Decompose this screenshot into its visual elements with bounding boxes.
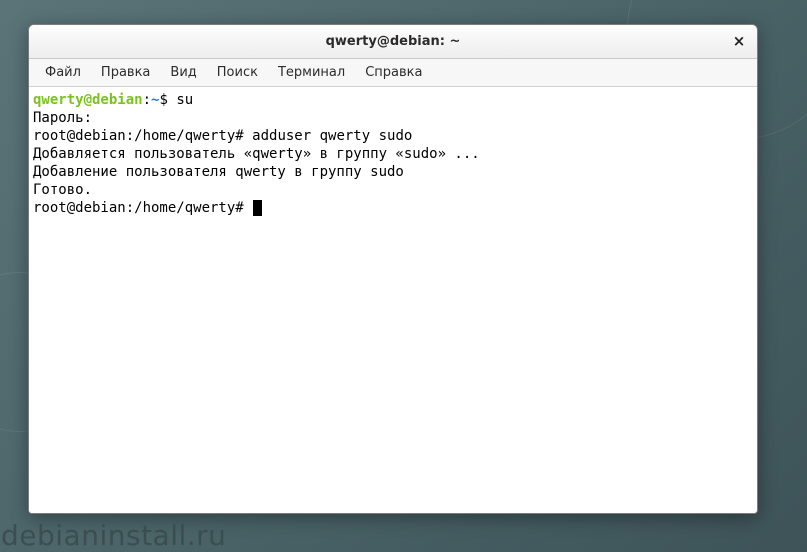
close-icon[interactable]: ×: [729, 32, 749, 52]
terminal-window: qwerty@debian: ~ × Файл Правка Вид Поиск…: [28, 24, 758, 514]
window-title: qwerty@debian: ~: [326, 34, 461, 49]
menu-file[interactable]: Файл: [35, 61, 91, 84]
prompt-sep: :: [143, 92, 151, 108]
watermark-text: debianinstall.ru: [1, 519, 226, 552]
cursor-icon: [253, 200, 262, 216]
prompt-user: qwerty@debian: [33, 92, 143, 108]
terminal-output[interactable]: qwerty@debian:~$ su Пароль: root@debian:…: [29, 87, 757, 513]
menu-edit[interactable]: Правка: [91, 61, 160, 84]
output-line: Пароль:: [33, 110, 92, 126]
root-prompt: root@debian:/home/qwerty#: [33, 128, 252, 144]
root-prompt: root@debian:/home/qwerty#: [33, 200, 252, 216]
prompt-symbol: $: [159, 92, 176, 108]
titlebar[interactable]: qwerty@debian: ~ ×: [29, 25, 757, 59]
output-line: Добавление пользователя qwerty в группу …: [33, 164, 404, 180]
command-text: su: [176, 92, 193, 108]
menu-search[interactable]: Поиск: [207, 61, 268, 84]
command-text: adduser qwerty sudo: [252, 128, 412, 144]
menu-view[interactable]: Вид: [160, 61, 206, 84]
output-line: Добавляется пользователь «qwerty» в груп…: [33, 146, 480, 162]
output-line: Готово.: [33, 182, 92, 198]
menu-help[interactable]: Справка: [355, 61, 432, 84]
menu-terminal[interactable]: Терминал: [268, 61, 355, 84]
menubar: Файл Правка Вид Поиск Терминал Справка: [29, 59, 757, 87]
